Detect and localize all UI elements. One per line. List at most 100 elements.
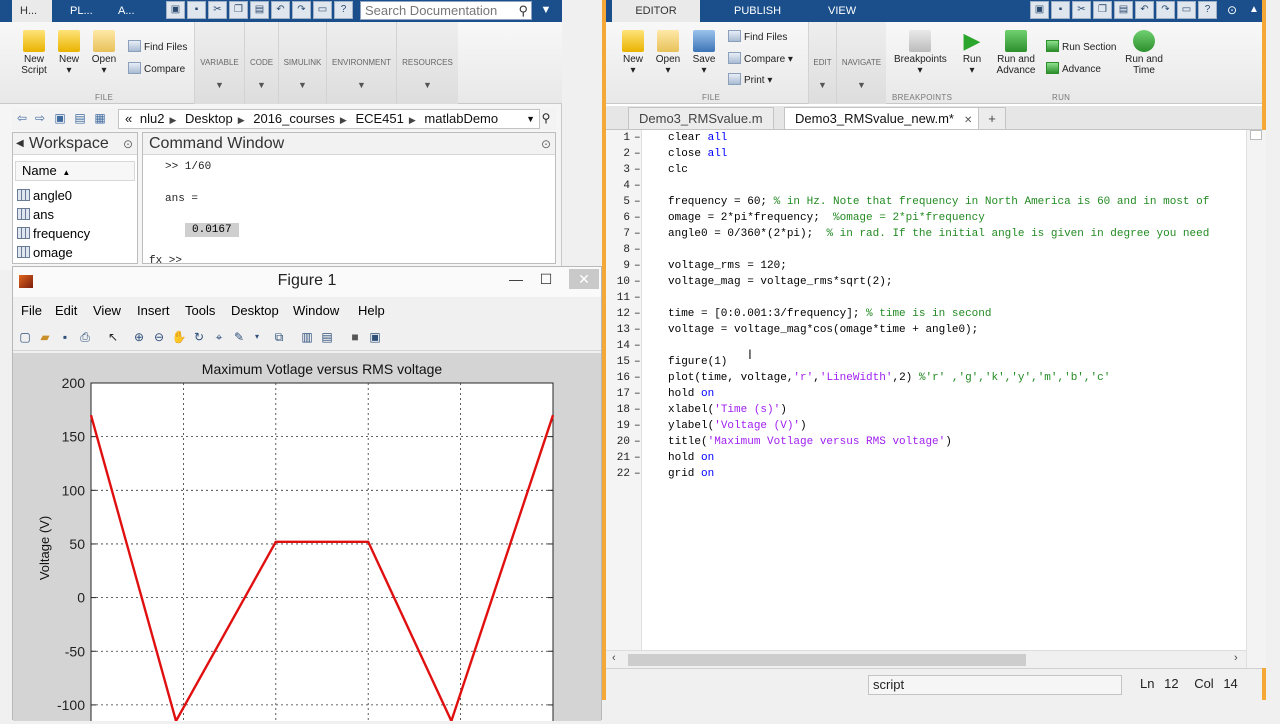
code-line[interactable]: frequency = 60; % in Hz. Note that frequ… (668, 196, 1209, 208)
run-button[interactable]: ▶ Run ▾ (960, 30, 984, 77)
rotate-3d-icon[interactable]: ↻ (191, 329, 207, 345)
new-script-button[interactable]: New Script (18, 30, 50, 76)
edit-group[interactable]: EDIT ▼ (808, 22, 836, 104)
zoom-in-icon[interactable]: ⊕ (131, 329, 147, 345)
line-marker[interactable]: – (634, 324, 641, 336)
workspace-variable[interactable]: ans (17, 206, 54, 224)
copy-icon[interactable]: ❐ (1093, 1, 1112, 19)
data-cursor-icon[interactable]: ⌖ (211, 329, 227, 345)
workspace-variable[interactable]: angle0 (17, 187, 72, 205)
line-marker[interactable]: – (634, 468, 641, 480)
tab-apps[interactable]: A... (110, 0, 143, 22)
breadcrumb-2016-courses[interactable]: 2016_courses (253, 111, 335, 126)
code-line[interactable]: ylabel('Voltage (V)') (668, 420, 807, 432)
breadcrumb-desktop[interactable]: Desktop (185, 111, 233, 126)
print-icon[interactable]: ⎙ (77, 329, 93, 345)
search-documentation-input[interactable]: Search Documentation ⚲ (360, 1, 532, 20)
scroll-left-icon[interactable]: ‹ (612, 652, 616, 664)
chevron-down-icon[interactable]: ▾ (249, 329, 265, 345)
link-plot-icon[interactable]: ⧉ (271, 329, 287, 345)
close-icon[interactable]: ✕ (569, 269, 599, 289)
voltage-chart[interactable]: 200 150 100 50 0 -50 -100 Maximum Votlage versu… (13, 353, 601, 724)
help-icon[interactable]: ? (1198, 1, 1217, 19)
line-marker[interactable]: – (634, 436, 641, 448)
options-icon[interactable]: ⊙ (1222, 0, 1242, 20)
undo-icon[interactable]: ↶ (271, 1, 290, 19)
line-marker[interactable]: – (634, 180, 641, 192)
line-marker[interactable]: – (634, 276, 641, 288)
collapse-arrow-icon[interactable]: ◀ (16, 133, 24, 155)
tab-view[interactable]: VIEW (820, 0, 864, 22)
environment-group[interactable]: ENVIRONMENT ▼ (326, 22, 396, 104)
open-button[interactable]: Open ▾ (90, 30, 118, 76)
compare-button[interactable]: Compare ▾ (728, 52, 793, 65)
line-marker[interactable]: – (634, 132, 641, 144)
switch-windows-icon[interactable]: ▭ (313, 1, 332, 19)
code-line[interactable]: close all (668, 148, 727, 160)
tab-home[interactable]: H... (12, 0, 52, 22)
code-line[interactable]: clc (668, 164, 688, 176)
panel-actions-icon[interactable]: ⊙ (123, 133, 133, 155)
paste-icon[interactable]: ▤ (250, 1, 269, 19)
run-and-advance-button[interactable]: Run and Advance (994, 30, 1038, 76)
find-files-button[interactable]: Find Files (728, 30, 787, 43)
help-icon[interactable]: ? (334, 1, 353, 19)
search-icon[interactable]: ⚲ (518, 2, 528, 19)
menu-insert[interactable]: Insert (137, 303, 170, 318)
new-button[interactable]: New ▾ (56, 30, 82, 76)
cut-icon[interactable]: ✂ (208, 1, 227, 19)
code-line[interactable]: omage = 2*pi*frequency; %omage = 2*pi*fr… (668, 212, 985, 224)
breadcrumb-matlabdemo[interactable]: matlabDemo (424, 111, 498, 126)
cut-icon[interactable]: ✂ (1072, 1, 1091, 19)
new-file-icon[interactable]: ▣ (166, 1, 185, 19)
panel-actions-icon[interactable]: ⊙ (541, 133, 551, 155)
zoom-out-icon[interactable]: ⊖ (151, 329, 167, 345)
save-icon[interactable]: ▪ (1051, 1, 1070, 19)
resources-group[interactable]: RESOURCES ▼ (396, 22, 458, 104)
line-marker[interactable]: – (634, 292, 641, 304)
code-line[interactable]: figure(1) (668, 356, 727, 368)
paste-icon[interactable]: ▤ (1114, 1, 1133, 19)
find-files-button[interactable]: Find Files (128, 40, 187, 53)
current-folder-path[interactable]: « nlu2 ▶ Desktop ▶ 2016_courses ▶ ECE451 ▶ m… (118, 109, 540, 129)
horizontal-scroll-thumb[interactable] (628, 654, 1026, 666)
variable-group[interactable]: VARIABLE ▼ (194, 22, 244, 104)
insert-colorbar-icon[interactable]: ▥ (299, 329, 315, 345)
folder-icon[interactable]: ▦ (92, 110, 108, 126)
brush-icon[interactable]: ✎ (231, 329, 247, 345)
redo-icon[interactable]: ↷ (292, 1, 311, 19)
line-marker[interactable]: – (634, 260, 641, 272)
code-line[interactable]: clear all (668, 132, 727, 144)
simulink-group[interactable]: SIMULINK ▼ (278, 22, 326, 104)
menu-help[interactable]: Help (358, 303, 385, 318)
collapse-icon[interactable]: ▲ (1244, 0, 1264, 20)
code-line[interactable]: time = [0:0.001:3/frequency]; % time is … (668, 308, 991, 320)
line-marker[interactable]: – (634, 228, 641, 240)
save-icon[interactable]: ▪ (57, 329, 73, 345)
close-icon[interactable]: ✕ (964, 115, 972, 126)
line-marker[interactable]: – (634, 404, 641, 416)
compare-button[interactable]: Compare (128, 62, 185, 75)
code-line[interactable]: hold on (668, 452, 714, 464)
workspace-variable[interactable]: omage (17, 244, 73, 262)
code-line[interactable]: grid on (668, 468, 714, 480)
line-marker[interactable]: – (634, 372, 641, 384)
line-marker[interactable]: – (634, 356, 641, 368)
code-line[interactable]: xlabel('Time (s)') (668, 404, 787, 416)
line-marker[interactable]: – (634, 196, 641, 208)
line-marker[interactable]: – (634, 164, 641, 176)
chevron-down-icon[interactable]: ▼ (526, 110, 535, 128)
code-editor[interactable]: 1–2–3–4–5–6–7–8–9–10–11–12–13–14–15–16–1… (606, 130, 1262, 650)
menu-file[interactable]: File (21, 303, 42, 318)
file-tab-demo3-rmsvalue-new[interactable]: Demo3_RMSvalue_new.m* ✕ (784, 107, 984, 129)
save-icon[interactable]: ▪ (187, 1, 206, 19)
workspace-variable[interactable]: frequency (17, 225, 90, 243)
redo-icon[interactable]: ↷ (1156, 1, 1175, 19)
pan-icon[interactable]: ✋ (171, 329, 187, 345)
search-icon[interactable]: ⚲ (538, 110, 554, 126)
line-marker[interactable]: – (634, 388, 641, 400)
line-marker[interactable]: – (634, 148, 641, 160)
minimize-icon[interactable]: — (501, 269, 531, 289)
breadcrumb-nlu2[interactable]: nlu2 (140, 111, 165, 126)
advance-button[interactable]: Advance (1046, 62, 1101, 75)
